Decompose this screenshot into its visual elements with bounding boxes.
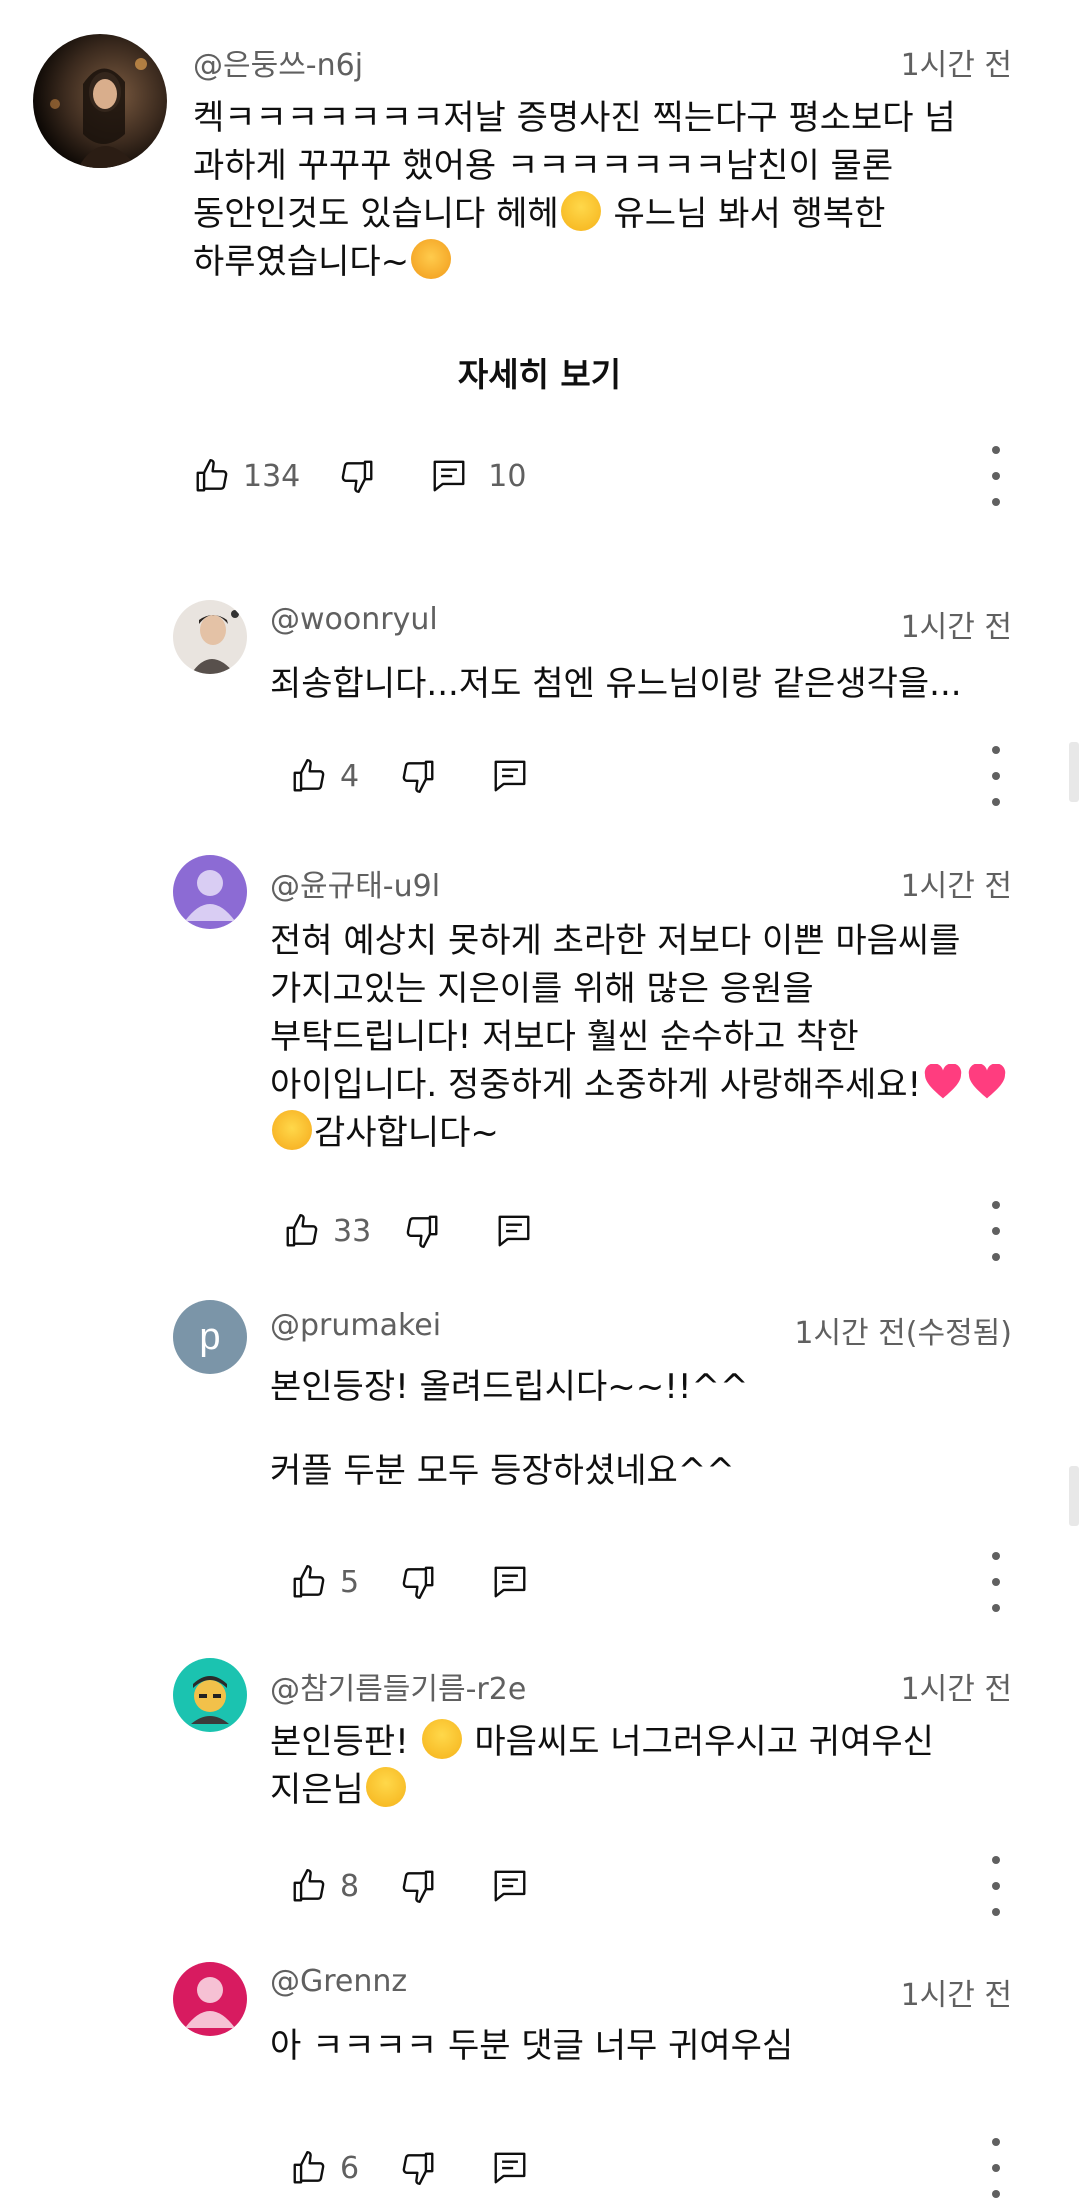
reply-icon [491, 2149, 529, 2187]
like-button[interactable]: 33 [283, 1212, 371, 1250]
dislike-button[interactable] [403, 1212, 441, 1250]
more-vert-icon[interactable] [983, 746, 1009, 806]
avatar-letter: p [199, 1315, 221, 1358]
comment-timestamp: 1시간 전 [900, 48, 1012, 83]
comment-author[interactable]: @prumakei [270, 1308, 441, 1343]
comment-actions: 4 [290, 746, 559, 806]
more-vert-icon[interactable] [983, 1552, 1009, 1612]
smiling-hearts-emoji-icon [272, 1110, 312, 1150]
comment-timestamp: 1시간 전 [900, 610, 1012, 645]
comment-author[interactable]: @은둥쓰-n6j [193, 40, 363, 84]
more-vert-icon[interactable] [983, 1201, 1009, 1261]
comment-timestamp: 1시간 전 [900, 1672, 1012, 1707]
like-button[interactable]: 4 [290, 757, 359, 795]
default-avatar-icon [185, 870, 235, 921]
scroll-indicator [1069, 742, 1079, 802]
comment-text: 본인등판! 마음씨도 너그러우시고 귀여우신 지은님 [270, 1718, 1030, 1814]
comment-timestamp: 1시간 전(수정됨) [794, 1316, 1012, 1351]
thumb-down-icon [399, 2149, 437, 2187]
joy-emoji-icon [365, 1767, 406, 1807]
comment-author[interactable]: @참기름들기름-r2e [270, 1664, 526, 1708]
thumb-down-icon [338, 457, 376, 495]
like-count: 8 [340, 1868, 360, 1904]
dislike-button[interactable] [399, 757, 437, 795]
thumb-up-icon [290, 757, 328, 795]
more-vert-icon[interactable] [983, 1856, 1009, 1916]
comment-actions: 6 [290, 2138, 559, 2198]
avatar[interactable] [173, 1658, 247, 1732]
like-button[interactable]: 134 [193, 457, 300, 495]
comment-timestamp: 1시간 전 [900, 1978, 1012, 2013]
reply-button[interactable] [495, 1212, 533, 1250]
avatar[interactable] [33, 34, 167, 168]
comment-author[interactable]: @윤규태-u9l [270, 861, 440, 905]
comment-actions: 33 [283, 1201, 563, 1261]
scroll-indicator [1069, 1466, 1079, 1526]
reply-icon [430, 457, 468, 495]
dislike-button[interactable] [399, 2149, 437, 2187]
dislike-button[interactable] [338, 457, 376, 495]
dislike-button[interactable] [399, 1563, 437, 1601]
comment-actions: 8 [290, 1856, 559, 1916]
thumb-up-icon [290, 1867, 328, 1905]
reply-button[interactable] [491, 1867, 529, 1905]
thumb-down-icon [399, 757, 437, 795]
comment-text: 아 ㅋㅋㅋㅋ 두분 댓글 너무 귀여우심 [270, 2026, 794, 2066]
avatar[interactable]: p [173, 1300, 247, 1374]
reply-icon [491, 1563, 529, 1601]
like-count: 134 [243, 458, 301, 494]
comment-text: 본인등장! 올려드립시다~~!!^^ 커플 두분 모두 등장하셨네요^^ [270, 1367, 749, 1491]
like-button[interactable]: 5 [290, 1563, 359, 1601]
thumb-down-icon [399, 1867, 437, 1905]
reply-count: 10 [488, 458, 527, 494]
comment-text: 죄송합니다...저도 첨엔 유느님이랑 같은생각을... [270, 664, 962, 704]
comment-actions: 5 [290, 1552, 559, 1612]
joy-emoji-icon [560, 191, 601, 231]
read-more-link[interactable]: 자세히 보기 [0, 348, 1079, 396]
comment-timestamp: 1시간 전 [900, 869, 1012, 904]
more-vert-icon[interactable] [983, 2138, 1009, 2198]
more-vert-icon[interactable] [983, 446, 1009, 506]
thumb-up-icon [290, 1563, 328, 1601]
thumb-up-icon [283, 1212, 321, 1250]
comment-actions: 134 10 [193, 446, 556, 506]
like-button[interactable]: 6 [290, 2149, 359, 2187]
profile-photo-icon [50, 58, 147, 168]
comment-author[interactable]: @woonryul [270, 602, 438, 637]
reply-button[interactable] [491, 1563, 529, 1601]
avatar[interactable] [173, 855, 247, 929]
reply-icon [491, 1867, 529, 1905]
avatar[interactable] [173, 1962, 247, 2036]
comment-text: 전혀 예상치 못하게 초라한 저보다 이쁜 마음씨를 가지고있는 지은이를 위해… [270, 917, 1025, 1157]
profile-photo-icon [191, 610, 239, 674]
like-count: 5 [340, 1564, 360, 1600]
pink-heart-emoji-icon [968, 1064, 1006, 1099]
comment-text: 켁ㅋㅋㅋㅋㅋㅋㅋ저날 증명사진 찍는다구 평소보다 넘 과하게 꾸꾸꾸 했어용 … [193, 98, 967, 282]
like-count: 33 [333, 1213, 372, 1249]
reply-button[interactable] [491, 2149, 529, 2187]
thumb-up-icon [290, 2149, 328, 2187]
default-avatar-icon [185, 1977, 235, 2028]
thumb-down-icon [399, 1563, 437, 1601]
thumb-up-icon [193, 457, 231, 495]
heart-eyes-cat-emoji-icon [411, 239, 452, 279]
like-count: 6 [340, 2150, 360, 2186]
like-count: 4 [340, 758, 360, 794]
like-button[interactable]: 8 [290, 1867, 359, 1905]
dislike-button[interactable] [399, 1867, 437, 1905]
thumb-down-icon [403, 1212, 441, 1250]
pink-heart-emoji-icon [924, 1064, 962, 1099]
reply-icon [491, 757, 529, 795]
comment-author[interactable]: @Grennz [270, 1964, 407, 1999]
replies-button[interactable]: 10 [430, 457, 526, 495]
character-avatar-icon [191, 1676, 229, 1724]
reply-button[interactable] [491, 757, 529, 795]
avatar[interactable] [173, 600, 247, 674]
surprised-emoji-icon [421, 1719, 462, 1759]
reply-icon [495, 1212, 533, 1250]
